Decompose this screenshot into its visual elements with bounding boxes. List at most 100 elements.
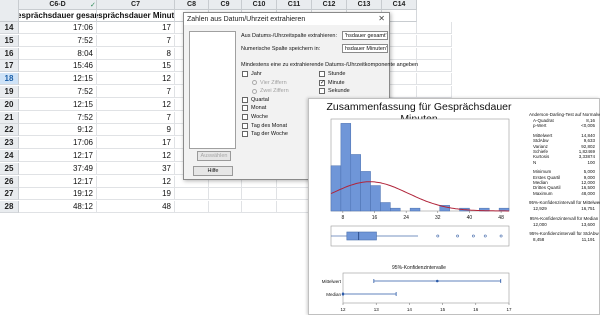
- close-icon[interactable]: ✕: [378, 14, 385, 23]
- row-header[interactable]: 18: [0, 73, 19, 86]
- empty-cell[interactable]: [242, 201, 277, 214]
- cell-duration-minutes[interactable]: 37: [97, 162, 175, 175]
- cell-duration-total[interactable]: 15:46: [19, 60, 97, 73]
- option-vier-ziffern[interactable]: Vier Ziffern: [252, 80, 287, 86]
- empty-cell[interactable]: [209, 188, 242, 201]
- empty-cell[interactable]: [417, 86, 452, 98]
- row-header[interactable]: 17: [0, 60, 19, 73]
- source-column-field[interactable]: 'hsdauer gesamt': [342, 31, 388, 40]
- row-header[interactable]: 28: [0, 201, 19, 214]
- row-header[interactable]: 26: [0, 175, 19, 188]
- cell-duration-minutes[interactable]: 8: [97, 47, 175, 60]
- column-header-c6-d[interactable]: C6-D: [19, 0, 97, 10]
- row-header[interactable]: 14: [0, 22, 19, 34]
- option-stunde[interactable]: Stunde: [319, 71, 345, 77]
- cell-duration-minutes[interactable]: 12: [97, 175, 175, 188]
- cell-duration-minutes[interactable]: 7: [97, 111, 175, 124]
- option-sekunde[interactable]: Sekunde: [319, 88, 350, 95]
- column-header-c12[interactable]: C12: [312, 0, 347, 10]
- cell-duration-minutes[interactable]: 17: [97, 22, 175, 34]
- row-header[interactable]: 22: [0, 124, 19, 137]
- option-quartal[interactable]: Quartal: [242, 96, 269, 103]
- cell-duration-total[interactable]: 12:17: [19, 175, 97, 188]
- row-header[interactable]: 19: [0, 86, 19, 98]
- row-header[interactable]: 21: [0, 111, 19, 124]
- cell-duration-minutes[interactable]: 7: [97, 86, 175, 98]
- row-header[interactable]: 15: [0, 34, 19, 47]
- column-list[interactable]: [189, 31, 236, 149]
- checkbox[interactable]: [242, 122, 248, 129]
- empty-cell[interactable]: [175, 188, 209, 201]
- row-header[interactable]: 25: [0, 162, 19, 175]
- empty-cell[interactable]: [417, 22, 452, 34]
- checkbox[interactable]: [242, 71, 248, 77]
- cell-duration-minutes[interactable]: 12: [97, 150, 175, 162]
- empty-cell[interactable]: [277, 188, 312, 201]
- row-header[interactable]: 24: [0, 150, 19, 162]
- option-tag-der-woche[interactable]: Tag der Woche: [242, 131, 288, 138]
- cell-duration-minutes[interactable]: 12: [97, 73, 175, 86]
- row-header[interactable]: 20: [0, 98, 19, 111]
- cell-duration-minutes[interactable]: 7: [97, 34, 175, 47]
- cell-duration-total[interactable]: 7:52: [19, 34, 97, 47]
- empty-cell[interactable]: [277, 201, 312, 214]
- radio-button[interactable]: [252, 88, 257, 94]
- cell-duration-total[interactable]: 9:12: [19, 124, 97, 137]
- cell-duration-total[interactable]: 19:12: [19, 188, 97, 201]
- option-zwei-ziffern[interactable]: Zwei Ziffern: [252, 88, 289, 94]
- cell-duration-total[interactable]: 7:52: [19, 86, 97, 98]
- row-header[interactable]: 27: [0, 188, 19, 201]
- empty-cell[interactable]: [417, 34, 452, 47]
- option-minute[interactable]: ✓ Minute: [319, 79, 345, 86]
- checkbox[interactable]: [242, 105, 248, 112]
- checkbox[interactable]: ✓: [319, 79, 325, 86]
- option-tag-des-monat[interactable]: Tag des Monat: [242, 122, 287, 129]
- column-header-c11[interactable]: C11: [277, 0, 312, 10]
- cell-duration-total[interactable]: 17:06: [19, 137, 97, 150]
- empty-cell[interactable]: [417, 73, 452, 86]
- checkbox[interactable]: [319, 71, 325, 77]
- row-header[interactable]: 23: [0, 137, 19, 150]
- cell-duration-total[interactable]: 12:15: [19, 98, 97, 111]
- cell-duration-minutes[interactable]: 19: [97, 188, 175, 201]
- radio-button[interactable]: [252, 80, 257, 86]
- empty-cell[interactable]: [209, 201, 242, 214]
- cell-duration-total[interactable]: 48:12: [19, 201, 97, 214]
- column-name-cell[interactable]: Gesprächsdauer Minuten: [97, 10, 175, 22]
- checkbox[interactable]: [242, 96, 248, 103]
- column-header-c14[interactable]: C14: [382, 0, 417, 10]
- option-woche[interactable]: Woche: [242, 114, 268, 120]
- empty-cell[interactable]: [175, 201, 209, 214]
- cell-duration-total[interactable]: 8:04: [19, 47, 97, 60]
- checkbox[interactable]: [242, 114, 248, 120]
- row-header[interactable]: 16: [0, 47, 19, 60]
- confidence-interval-chart: Mittelwert Median 12 13 14 15 16 17: [322, 272, 512, 312]
- empty-cell[interactable]: [417, 47, 452, 60]
- target-column-field[interactable]: hsdauer Minuten': [342, 44, 388, 53]
- cell-duration-total[interactable]: 37:49: [19, 162, 97, 175]
- cell-duration-minutes[interactable]: 12: [97, 98, 175, 111]
- option-monat[interactable]: Monat: [242, 105, 266, 112]
- cell-duration-total[interactable]: 12:15: [19, 73, 97, 86]
- column-name-cell[interactable]: Gesprächsdauer gesamt: [19, 10, 97, 22]
- column-header-c9[interactable]: C9: [209, 0, 242, 10]
- cell-duration-total[interactable]: 12:17: [19, 150, 97, 162]
- cell-duration-total[interactable]: 7:52: [19, 111, 97, 124]
- checkbox[interactable]: [242, 131, 248, 138]
- corner-cell[interactable]: [0, 0, 19, 22]
- option-jahr[interactable]: Jahr: [242, 71, 262, 77]
- cell-duration-minutes[interactable]: 15: [97, 60, 175, 73]
- cell-duration-minutes[interactable]: 9: [97, 124, 175, 137]
- select-button[interactable]: Auswählen: [197, 151, 231, 161]
- cell-duration-minutes[interactable]: 17: [97, 137, 175, 150]
- cell-duration-total[interactable]: 17:06: [19, 22, 97, 34]
- empty-cell[interactable]: [417, 60, 452, 73]
- empty-cell[interactable]: [242, 188, 277, 201]
- cell-duration-minutes[interactable]: 48: [97, 201, 175, 214]
- column-header-c8[interactable]: C8: [175, 0, 209, 10]
- column-header-c10[interactable]: C10: [242, 0, 277, 10]
- column-header-c13[interactable]: C13: [347, 0, 382, 10]
- checkbox[interactable]: [319, 88, 325, 95]
- column-header-c7[interactable]: C7: [97, 0, 175, 10]
- help-button[interactable]: Hilfe: [193, 166, 233, 176]
